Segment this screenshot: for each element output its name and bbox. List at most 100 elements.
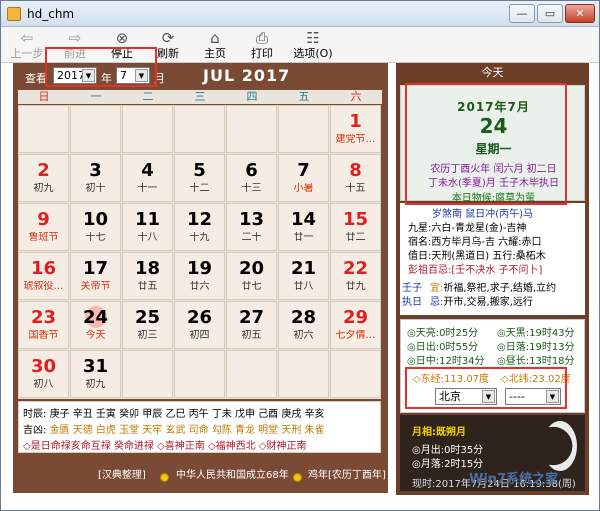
- day-cell[interactable]: 20 廿七: [226, 252, 277, 300]
- province-select[interactable]: 北京 ▼: [435, 388, 497, 405]
- ji-label: 忌:: [430, 297, 444, 308]
- lunar-day: 建党节…: [335, 134, 376, 145]
- day-cell[interactable]: 26 初四: [174, 301, 225, 349]
- day-cell[interactable]: 16 琥叙役…: [18, 252, 69, 300]
- day-cell[interactable]: 24 今天: [70, 301, 121, 349]
- today-panel: 今天 2017年7月 24 星期一 农历丁酉火年 闰六月 初二日 丁未水(季夏)…: [396, 63, 589, 495]
- day-number: 25: [134, 307, 161, 328]
- refresh-button[interactable]: ⟳ 刷新: [148, 29, 188, 61]
- day-cell[interactable]: 22 廿九: [330, 252, 381, 300]
- day-cell[interactable]: 9 鲁班节: [18, 203, 69, 251]
- calendar-grid: 1 建党节… 2 初九 3 初十 4 十一 5 十二 6 十三 7 小暑 8 十五 9 鲁班节 10 十七 11 十八 12…: [18, 105, 381, 399]
- lunar-day: 十九: [189, 232, 210, 243]
- footer-suifan: 鸡年[农历丁酉年]: [308, 470, 386, 481]
- day-cell[interactable]: 1 建党节…: [330, 105, 381, 153]
- day-cell[interactable]: 3 初十: [70, 154, 121, 202]
- printer-icon: ⎙: [255, 29, 268, 47]
- day-number: 5: [193, 160, 206, 181]
- jixiong-label: 吉凶:: [23, 425, 47, 436]
- day-number: 14: [290, 209, 317, 230]
- weekday-header: 四: [226, 90, 278, 104]
- day-cell[interactable]: 10 十七: [70, 203, 121, 251]
- day-number: 1: [349, 111, 362, 132]
- day-number: 7: [297, 160, 310, 181]
- minimize-button[interactable]: —: [509, 4, 535, 23]
- empty-cell: [330, 350, 381, 398]
- empty-cell: [122, 105, 173, 153]
- almanac-line: 彭祖百忌:[壬不决水 子不问卜]: [408, 265, 543, 276]
- stop-button[interactable]: ⊗ 停止: [102, 29, 142, 61]
- lunar-day: 十三: [241, 183, 262, 194]
- shichen-label: 时辰:: [23, 409, 47, 420]
- day-cell[interactable]: 30 初八: [18, 350, 69, 398]
- day-cell[interactable]: 5 十二: [174, 154, 225, 202]
- lunar-day: 国香节: [28, 330, 59, 341]
- day-cell[interactable]: 14 廿一: [278, 203, 329, 251]
- city-select[interactable]: ---- ▼: [505, 388, 561, 405]
- day-cell[interactable]: 7 小暑: [278, 154, 329, 202]
- day-cell[interactable]: 2 初九: [18, 154, 69, 202]
- home-button[interactable]: ⌂ 主页: [195, 29, 235, 61]
- day-cell[interactable]: 6 十三: [226, 154, 277, 202]
- year-select[interactable]: 2017 ▼: [53, 67, 97, 84]
- lunar-day: 十八: [137, 232, 158, 243]
- day-number: 30: [30, 356, 57, 377]
- day-cell[interactable]: 17 关帝节: [70, 252, 121, 300]
- weekday-header: 三: [174, 90, 226, 104]
- weekday-header: 日: [18, 90, 70, 104]
- today-card: 2017年7月 24 星期一 农历丁酉火年 闰六月 初二日 丁未水(季夏)月 壬…: [400, 85, 585, 204]
- month-select[interactable]: 7 ▼: [116, 67, 150, 84]
- almanac-line: 宿名:西方毕月乌-吉 六耀:赤口: [408, 237, 542, 248]
- day-cell[interactable]: 13 二十: [226, 203, 277, 251]
- day-cell[interactable]: 23 国香节: [18, 301, 69, 349]
- day-cell[interactable]: 27 初五: [226, 301, 277, 349]
- empty-cell: [226, 350, 277, 398]
- weekday-header: 一: [70, 90, 122, 104]
- day-cell[interactable]: 4 十一: [122, 154, 173, 202]
- lunar-day: 鲁班节: [28, 232, 59, 243]
- day-cell[interactable]: 18 廿五: [122, 252, 173, 300]
- year-label: 年: [101, 72, 112, 85]
- options-button[interactable]: ☷ 选项(O): [289, 29, 337, 61]
- almanac-line: 值日:天刑(黑道日) 五行:桑柘木: [408, 251, 546, 262]
- lunar-day: 初九: [33, 183, 54, 194]
- almanac-line: 岁煞南 鼠日冲(丙午)马: [432, 209, 533, 220]
- day-cell[interactable]: 21 廿八: [278, 252, 329, 300]
- wuhou: 本日物候:腐草为萤: [451, 193, 536, 204]
- day-number: 27: [238, 307, 265, 328]
- ji-text: 开市,交易,搬家,远行: [443, 297, 533, 308]
- back-button[interactable]: ⇦ 上一步: [7, 29, 47, 61]
- forward-arrow-icon: ⇨: [68, 29, 82, 47]
- day-cell[interactable]: 25 初三: [122, 301, 173, 349]
- day-cell[interactable]: 31 初九: [70, 350, 121, 398]
- day-cell[interactable]: 19 廿六: [174, 252, 225, 300]
- back-arrow-icon: ⇦: [20, 29, 34, 47]
- day-cell[interactable]: 29 七夕情…: [330, 301, 381, 349]
- day-cell[interactable]: 28 初六: [278, 301, 329, 349]
- forward-button[interactable]: ⇨ 前进: [55, 29, 95, 61]
- print-button[interactable]: ⎙ 打印: [242, 29, 282, 61]
- sun-times: ◎天亮:0时25分 ◎天黑:19时43分 ◎日出:0时55分 ◎日落:19时13…: [400, 319, 585, 413]
- empty-cell: [226, 105, 277, 153]
- day-cell[interactable]: 11 十八: [122, 203, 173, 251]
- day-number: 15: [342, 209, 369, 230]
- moon-phase: 月相:既朔月: [412, 427, 466, 438]
- lunar-line-1: 农历丁酉火年 闰六月 初二日: [430, 164, 557, 175]
- day-number: 3: [89, 160, 102, 181]
- day-number: 16: [30, 258, 57, 279]
- empty-cell: [278, 350, 329, 398]
- lunar-day: 初九: [85, 379, 106, 390]
- day-number: 2: [37, 160, 50, 181]
- daylength: ◎昼长:13时18分: [497, 356, 575, 367]
- day-number: 24: [82, 307, 109, 328]
- day-cell[interactable]: 8 十五: [330, 154, 381, 202]
- refresh-icon: ⟳: [161, 29, 175, 47]
- lunar-day: 初八: [33, 379, 54, 390]
- title-bar: hd_chm — ▭ ✕: [1, 1, 599, 27]
- close-button[interactable]: ✕: [565, 4, 595, 23]
- day-number: 13: [238, 209, 265, 230]
- today-header: 今天: [481, 66, 504, 79]
- day-cell[interactable]: 12 十九: [174, 203, 225, 251]
- maximize-button[interactable]: ▭: [537, 4, 563, 23]
- day-cell[interactable]: 15 廿二: [330, 203, 381, 251]
